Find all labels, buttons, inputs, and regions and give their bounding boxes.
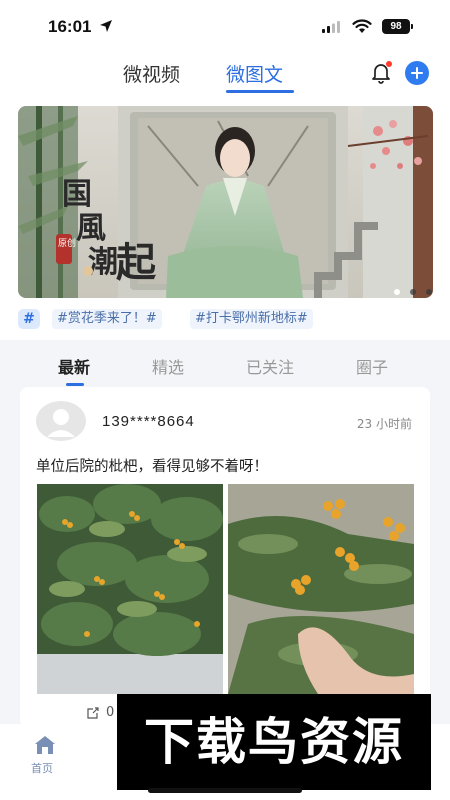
banner-stamp: 原创	[58, 237, 76, 249]
status-bar: 16:01 98	[0, 0, 450, 52]
post-text: 单位后院的枇杷，看得见够不着呀！	[36, 459, 268, 475]
app-screen: 16:01 98 微视频 微图文 国 風 潮 起 原创 # #赏花季来了！# #…	[0, 0, 450, 800]
post-username[interactable]: 139****8664	[102, 413, 195, 430]
wifi-icon	[352, 19, 372, 33]
share-icon[interactable]	[86, 706, 100, 720]
banner-title-char-3: 潮	[88, 245, 118, 280]
post-timestamp: 23 小时前	[356, 417, 412, 431]
hashtag-chip[interactable]: #打卡鄂州新地标#	[190, 309, 313, 329]
location-arrow-icon	[100, 20, 112, 32]
feed-tab-featured[interactable]: 精选	[152, 354, 184, 378]
watermark-overlay: 下载鸟资源	[117, 694, 431, 790]
notification-dot	[386, 61, 392, 67]
signal-icon	[322, 21, 340, 33]
banner-title-char-4: 起	[116, 239, 157, 286]
banner-artwork: 国 風 潮 起 原创	[18, 106, 433, 298]
feed-tab-indicator	[66, 383, 84, 386]
post-image[interactable]	[37, 484, 223, 694]
plus-circle-icon[interactable]	[405, 61, 429, 85]
active-tab-indicator	[226, 90, 294, 93]
banner-title-char-1: 国	[62, 177, 92, 212]
share-count: 0	[106, 705, 115, 720]
hashtag-icon: #	[18, 309, 40, 329]
battery-icon: 98	[382, 19, 410, 34]
post-card[interactable]: 139****8664 23 小时前 单位后院的枇杷，看得见够不着呀！ 0	[20, 387, 430, 727]
avatar[interactable]	[36, 401, 86, 441]
top-header: 微视频 微图文	[0, 52, 450, 100]
tab-micro-article[interactable]: 微图文	[226, 60, 283, 87]
banner-title-char-2: 風	[76, 211, 106, 246]
status-time: 16:01	[48, 17, 92, 36]
nav-home-label[interactable]: 首页	[31, 760, 53, 776]
home-icon[interactable]	[33, 734, 57, 756]
home-indicator	[148, 788, 302, 793]
feed-tab-following[interactable]: 已关注	[246, 354, 294, 378]
feed-tab-circles[interactable]: 圈子	[356, 354, 388, 378]
battery-tip	[411, 24, 413, 29]
post-image[interactable]	[228, 484, 414, 694]
hashtag-chip[interactable]: #赏花季来了！#	[52, 309, 162, 329]
feed-tab-latest[interactable]: 最新	[58, 354, 90, 378]
tab-micro-video[interactable]: 微视频	[123, 60, 180, 87]
hero-banner[interactable]: 国 風 潮 起 原创	[18, 106, 433, 298]
